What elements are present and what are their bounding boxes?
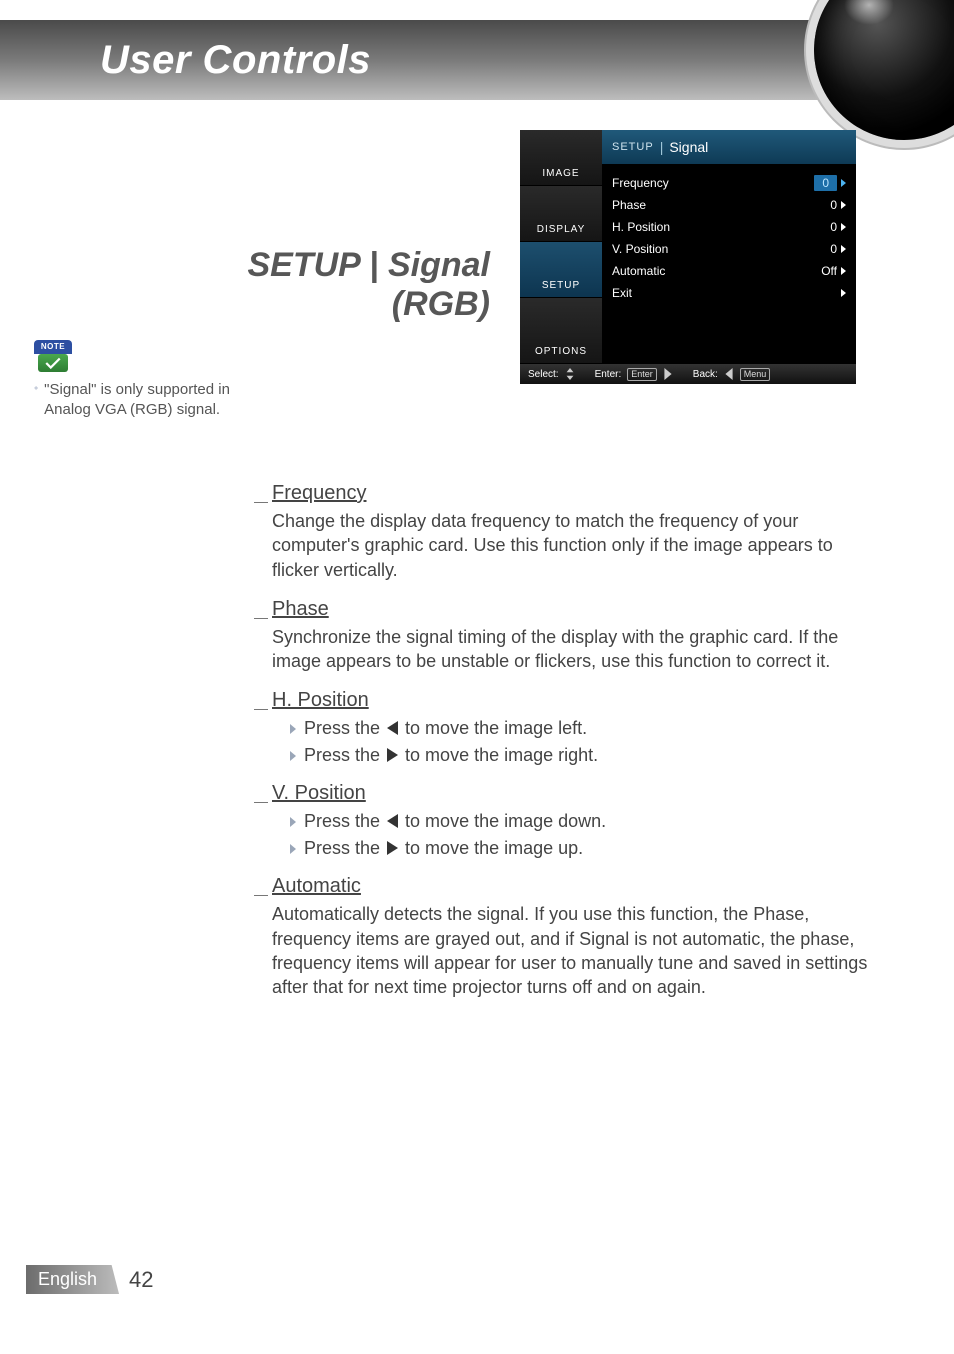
bullet-pre: Press the <box>304 745 385 765</box>
osd-row-value: 0 <box>814 175 837 191</box>
heading-hposition: H. Position <box>272 689 870 712</box>
bullet-icon <box>290 844 296 854</box>
bullet-pre: Press the <box>304 811 385 831</box>
osd-row-hposition[interactable]: H. Position 0 <box>612 216 846 238</box>
bullets-hposition: Press the to move the image left. Press … <box>290 718 870 766</box>
bullet-post: to move the image right. <box>400 745 598 765</box>
osd-row-value: 0 <box>807 220 841 234</box>
osd-row-label: H. Position <box>612 220 670 234</box>
osd-footer: Select: Enter: Enter Back: Menu <box>520 364 856 384</box>
osd-row-value: Off <box>807 264 841 278</box>
osd-row-vposition[interactable]: V. Position 0 <box>612 238 846 260</box>
language-label: English <box>26 1265 119 1294</box>
note-text: "Signal" is only supported in Analog VGA… <box>44 380 234 421</box>
heading-phase: Phase <box>272 598 870 621</box>
right-arrow-icon <box>387 841 398 855</box>
osd-footer-back-key: Menu <box>740 368 771 381</box>
osd-breadcrumb: SETUP | Signal <box>602 130 856 164</box>
osd-footer-enter: Enter: <box>595 369 622 380</box>
updown-icon <box>565 368 575 380</box>
chevron-right-icon <box>841 201 846 209</box>
heading-frequency: Frequency <box>272 482 870 505</box>
osd-row-label: Automatic <box>612 264 665 278</box>
osd-row-value: 0 <box>807 242 841 256</box>
right-arrow-icon <box>387 748 398 762</box>
osd-row-frequency[interactable]: Frequency 0 <box>612 172 846 194</box>
osd-tab-display[interactable]: DISPLAY <box>520 186 602 242</box>
content-body: Frequency Change the display data freque… <box>254 466 870 1000</box>
osd-tab-options[interactable]: OPTIONS <box>520 298 602 364</box>
osd-row-automatic[interactable]: Automatic Off <box>612 260 846 282</box>
chevron-right-icon <box>841 267 846 275</box>
osd-footer-back: Back: <box>693 369 718 380</box>
section-title-line2: (RGB) <box>392 285 490 323</box>
osd-row-exit[interactable]: Exit <box>612 282 846 304</box>
bullet-post: to move the image left. <box>400 718 587 738</box>
osd-tab-setup[interactable]: SETUP <box>520 242 602 298</box>
bullet-row: Press the to move the image up. <box>290 838 870 859</box>
bullet-pre: Press the <box>304 838 385 858</box>
bullet-row: Press the to move the image down. <box>290 811 870 832</box>
section-title: SETUP | Signal (RGB) <box>150 246 490 324</box>
note-bullet: "Signal" is only supported in Analog VGA… <box>34 380 234 421</box>
osd-footer-enter-key: Enter <box>627 368 657 381</box>
page-header-title: User Controls <box>100 38 371 83</box>
osd-tab-image[interactable]: IMAGE <box>520 130 602 186</box>
chevron-right-icon <box>841 289 846 297</box>
note-block: NOTE "Signal" is only supported in Analo… <box>34 340 234 421</box>
bullet-pre: Press the <box>304 718 385 738</box>
chevron-left-icon <box>724 368 734 380</box>
page-footer: English 42 <box>26 1265 154 1294</box>
osd-menu: IMAGE DISPLAY SETUP OPTIONS SETUP | Sign… <box>520 130 856 384</box>
osd-tabs: IMAGE DISPLAY SETUP OPTIONS <box>520 130 602 364</box>
body-frequency: Change the display data frequency to mat… <box>272 509 870 582</box>
osd-row-label: Exit <box>612 286 632 300</box>
left-arrow-icon <box>387 814 398 828</box>
chevron-right-icon <box>841 179 846 187</box>
osd-row-phase[interactable]: Phase 0 <box>612 194 846 216</box>
chevron-right-icon <box>841 245 846 253</box>
bullet-post: to move the image down. <box>400 811 606 831</box>
osd-breadcrumb-current: Signal <box>669 139 708 155</box>
osd-row-label: Frequency <box>612 176 669 190</box>
left-arrow-icon <box>387 721 398 735</box>
bullet-icon <box>290 751 296 761</box>
osd-footer-select: Select: <box>528 369 559 380</box>
bullet-row: Press the to move the image left. <box>290 718 870 739</box>
osd-breadcrumb-sep: | <box>658 139 666 155</box>
body-phase: Synchronize the signal timing of the dis… <box>272 625 870 674</box>
osd-rows: Frequency 0 Phase 0 H. Position 0 V. Pos… <box>602 164 856 322</box>
bullet-post: to move the image up. <box>400 838 583 858</box>
checkmark-icon <box>38 354 68 372</box>
section-title-line1: SETUP | Signal <box>247 246 490 284</box>
osd-row-label: Phase <box>612 198 646 212</box>
osd-row-label: V. Position <box>612 242 668 256</box>
note-badge: NOTE <box>34 340 72 374</box>
chevron-right-icon <box>841 223 846 231</box>
page-number: 42 <box>129 1267 153 1293</box>
bullet-row: Press the to move the image right. <box>290 745 870 766</box>
bullet-icon <box>290 724 296 734</box>
lens-decoration <box>814 0 954 140</box>
bullet-icon <box>290 817 296 827</box>
diamond-icon <box>34 384 38 392</box>
header-band: User Controls <box>0 20 954 100</box>
heading-vposition: V. Position <box>272 782 870 805</box>
osd-row-value: 0 <box>807 198 841 212</box>
body-automatic: Automatically detects the signal. If you… <box>272 902 870 999</box>
chevron-right-icon <box>663 368 673 380</box>
osd-main: SETUP | Signal Frequency 0 Phase 0 H. Po… <box>602 130 856 364</box>
osd-breadcrumb-parent: SETUP <box>612 141 654 153</box>
bullets-vposition: Press the to move the image down. Press … <box>290 811 870 859</box>
heading-automatic: Automatic <box>272 875 870 898</box>
note-badge-label: NOTE <box>34 340 72 354</box>
